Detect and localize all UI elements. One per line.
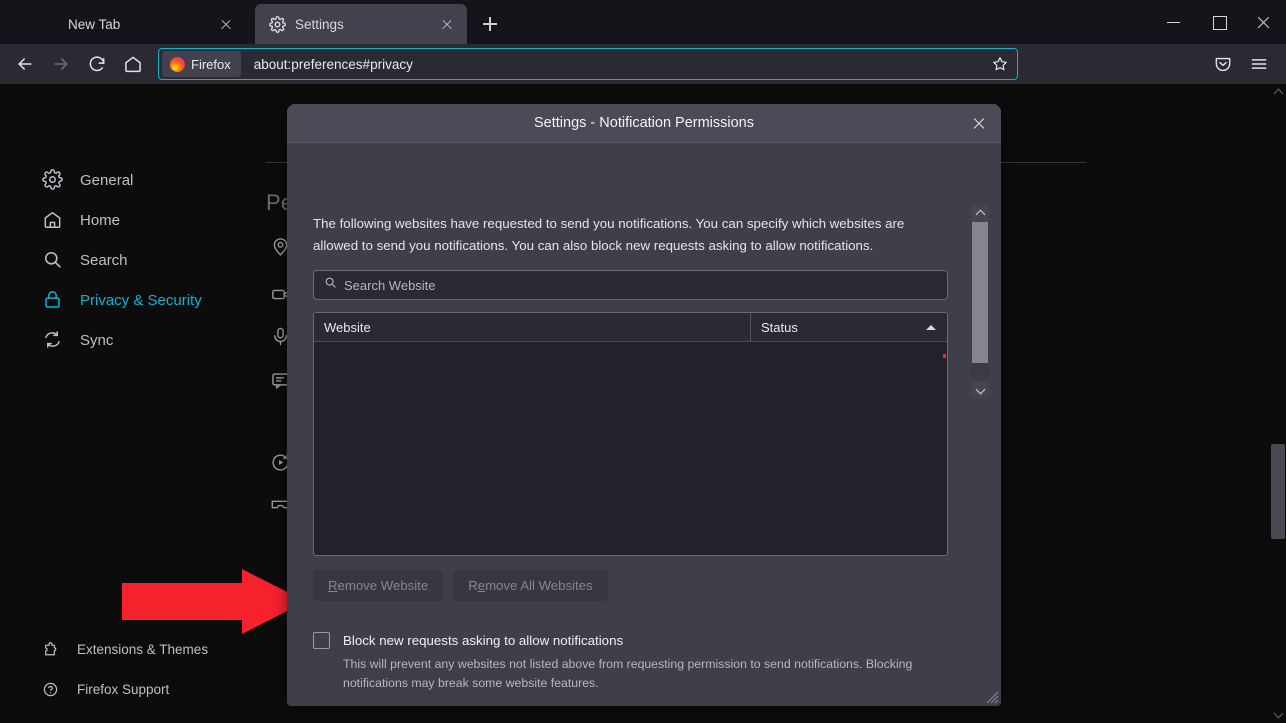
sidebar-item-privacy-security[interactable]: Privacy & Security [0, 280, 290, 320]
sidebar-item-label: Sync [80, 331, 114, 349]
sidebar-item-sync[interactable]: Sync [0, 320, 290, 360]
block-new-requests-help: This will prevent any websites not liste… [343, 657, 913, 690]
close-window-button[interactable] [1241, 0, 1286, 44]
pocket-icon[interactable] [1206, 48, 1240, 80]
minimize-button[interactable] [1151, 0, 1196, 44]
hamburger-menu-icon[interactable] [1242, 48, 1276, 80]
home-icon[interactable] [116, 48, 150, 80]
dialog-scrollbar[interactable] [971, 205, 989, 398]
column-header-status-label: Status [761, 319, 798, 335]
block-new-requests-checkbox[interactable] [313, 632, 330, 650]
sidebar-item-label: Firefox Support [77, 681, 170, 697]
red-dot-marker [943, 354, 946, 359]
table-action-buttons: Remove Website Re move All Websites [313, 570, 989, 602]
url-bar[interactable]: Firefox about:preferences#privacy [158, 48, 1018, 80]
firefox-identity-chip: Firefox [162, 51, 241, 77]
navigation-toolbar: Firefox about:preferences#privacy [0, 44, 1286, 84]
red-arrow-annotation [122, 569, 306, 634]
close-icon[interactable] [216, 14, 236, 34]
url-input[interactable]: about:preferences#privacy [241, 57, 985, 72]
block-new-requests-row: Block new requests asking to allow notif… [313, 632, 989, 650]
scroll-down-icon[interactable] [971, 381, 989, 398]
scroll-up-icon[interactable] [1270, 84, 1286, 102]
sidebar-item-home[interactable]: Home [0, 200, 290, 240]
gear-icon [269, 15, 286, 33]
firefox-logo-icon [170, 56, 185, 72]
firefox-logo-icon [42, 16, 59, 33]
puzzle-icon [42, 641, 59, 658]
sidebar-footer: Extensions & Themes Firefox Support [0, 629, 290, 709]
question-circle-icon [42, 681, 59, 698]
maximize-button[interactable] [1196, 0, 1241, 44]
back-arrow-icon[interactable] [8, 48, 42, 80]
remove-all-websites-button[interactable]: Re move All Websites [453, 570, 608, 602]
tab-strip: New Tab Settings [0, 0, 1286, 44]
search-icon [324, 276, 337, 294]
sort-ascending-icon [926, 325, 936, 331]
block-new-requests-label: Block new requests asking to allow notif… [343, 633, 624, 649]
permissions-table[interactable]: Website Status [313, 312, 948, 557]
close-icon[interactable] [967, 112, 991, 136]
remove-website-label: emove Website [337, 578, 429, 594]
sidebar-item-extensions-themes[interactable]: Extensions & Themes [0, 629, 290, 669]
toolbar-right-actions [1206, 48, 1278, 80]
new-tab-button[interactable] [475, 9, 505, 39]
tab-title: Settings [295, 16, 344, 32]
lock-icon [42, 289, 64, 311]
star-icon[interactable] [985, 49, 1015, 79]
column-header-status[interactable]: Status [751, 313, 947, 341]
dialog-title: Settings - Notification Permissions [534, 115, 754, 131]
dialog-header: Settings - Notification Permissions [287, 104, 1001, 143]
tab-title: New Tab [68, 16, 121, 32]
table-header-row: Website Status [314, 313, 947, 343]
reload-icon[interactable] [80, 48, 114, 80]
sidebar-item-general[interactable]: General [0, 160, 290, 200]
sidebar-item-label: General [80, 171, 134, 189]
sidebar-item-search[interactable]: Search [0, 240, 290, 280]
forward-arrow-icon[interactable] [44, 48, 78, 80]
sidebar-item-label: Privacy & Security [80, 291, 202, 309]
home-icon [42, 209, 64, 231]
identity-label: Firefox [191, 56, 231, 72]
column-header-website[interactable]: Website [314, 313, 751, 342]
remove-all-websites-label: move All Websites [485, 578, 593, 594]
remove-website-button[interactable]: Remove Website [313, 570, 444, 602]
accesskey: e [477, 578, 486, 594]
dialog-body: The following websites have requested to… [287, 143, 1001, 706]
dialog-scrollbar-thumb[interactable] [972, 222, 988, 363]
notification-permissions-dialog: Settings - Notification Permissions The … [287, 104, 1001, 706]
close-icon[interactable] [437, 14, 457, 34]
dialog-description: The following websites have requested to… [313, 216, 905, 253]
sidebar-item-label: Extensions & Themes [77, 641, 209, 657]
sidebar-item-firefox-support[interactable]: Firefox Support [0, 669, 290, 709]
tab-settings[interactable]: Settings [255, 4, 467, 44]
accesskey: R [328, 578, 338, 594]
tab-new-tab[interactable]: New Tab [28, 4, 246, 44]
sidebar-item-label: Search [80, 251, 128, 269]
scroll-down-icon[interactable] [1270, 705, 1286, 723]
sync-icon [42, 329, 64, 351]
sidebar-item-label: Home [80, 211, 121, 229]
search-icon [42, 249, 64, 271]
search-website-input[interactable]: Search Website [313, 270, 948, 301]
scroll-up-icon[interactable] [971, 205, 989, 222]
page-scrollbar[interactable] [1270, 84, 1286, 723]
gear-icon [42, 169, 64, 191]
search-placeholder: Search Website [344, 277, 436, 293]
window-controls [1151, 0, 1286, 44]
page-scrollbar-thumb[interactable] [1271, 444, 1285, 539]
resize-grip[interactable] [984, 689, 999, 704]
